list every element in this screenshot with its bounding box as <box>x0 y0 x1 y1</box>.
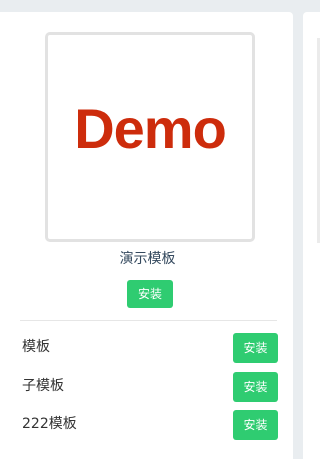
template-card: Demo 演示模板 安装 模板 安装 子模板 安装 222模板 安装 <box>0 12 293 459</box>
list-item-label: 子模板 <box>22 378 64 394</box>
install-button[interactable]: 安装 <box>233 410 278 440</box>
template-thumbnail[interactable]: Demo <box>45 32 255 242</box>
install-button[interactable]: 安装 <box>233 372 278 402</box>
install-button[interactable]: 安装 <box>127 280 173 308</box>
install-button[interactable]: 安装 <box>233 333 278 363</box>
list-item: 子模板 安装 <box>20 372 280 404</box>
list-item: 222模板 安装 <box>20 410 280 442</box>
divider <box>20 320 277 321</box>
list-item-label: 222模板 <box>22 416 77 432</box>
template-name: 演示模板 <box>119 251 176 267</box>
demo-logo: Demo <box>74 97 227 160</box>
next-card-edge <box>303 12 320 459</box>
list-item-label: 模板 <box>22 339 50 355</box>
top-bar <box>0 0 320 12</box>
list-item: 模板 安装 <box>20 333 280 365</box>
